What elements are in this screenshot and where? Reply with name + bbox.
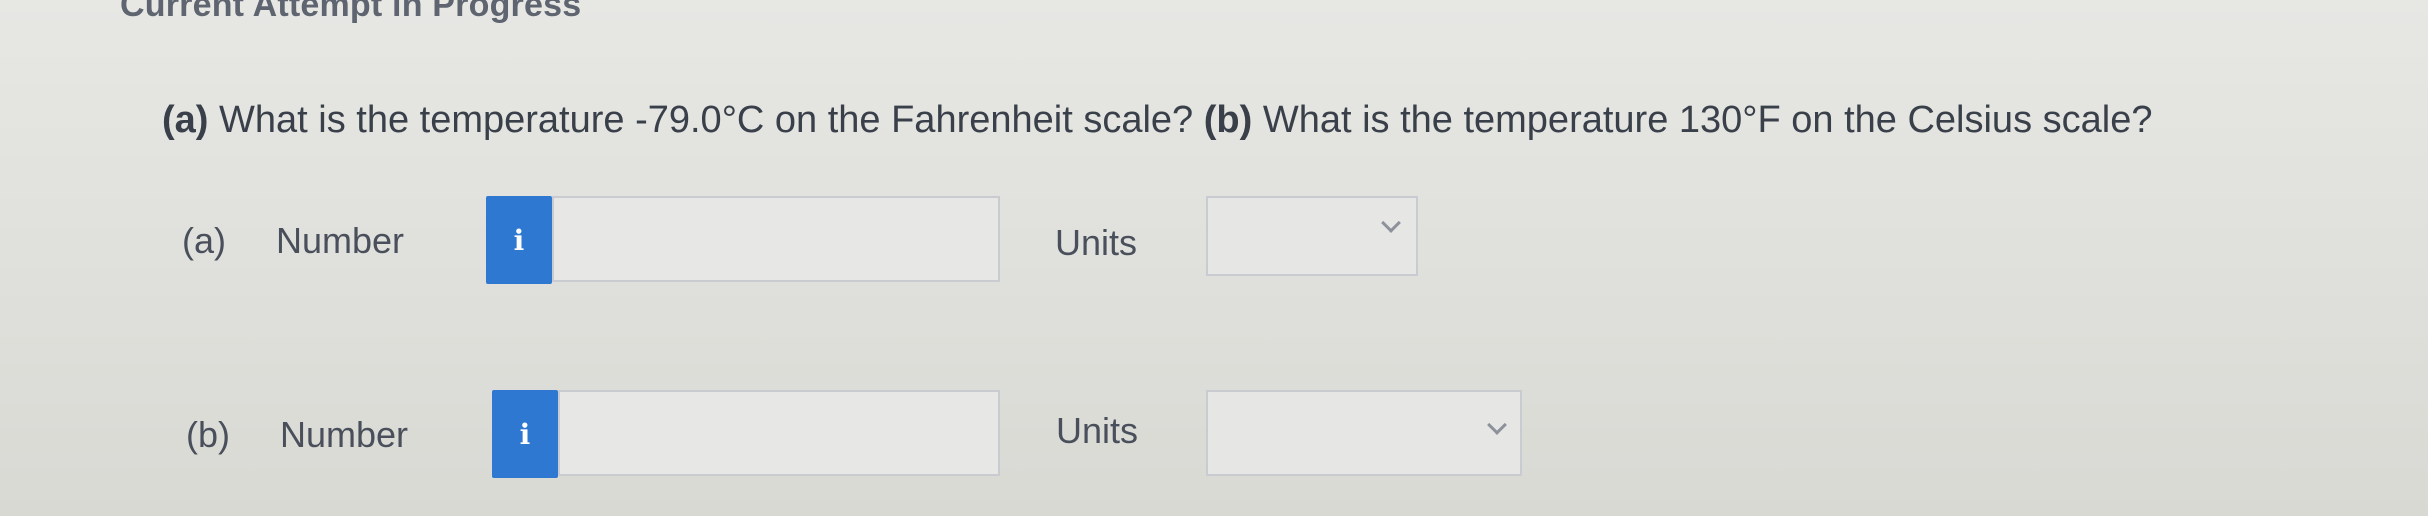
number-input-a[interactable] (552, 196, 1000, 282)
part-b-label: (b) (186, 414, 230, 455)
number-label-a: Number (276, 220, 405, 261)
question-part-a-text: What is the temperature -79.0°C on the F… (208, 99, 1204, 141)
page-header: Current Attempt in Progress (120, 0, 582, 24)
units-label-a: Units (1055, 222, 1138, 263)
number-input-b[interactable] (558, 390, 1000, 476)
question-part-b-marker: (b) (1203, 99, 1253, 141)
answer-row-b: (b) Number i Units (0, 386, 2428, 478)
answer-row-a: (a) Number i Units (0, 196, 2428, 286)
question-part-a-marker: (a) (162, 99, 209, 141)
info-icon[interactable]: i (492, 390, 558, 478)
question-part-b-text: What is the temperature 130°F on the Cel… (1252, 99, 2153, 141)
number-label-b: Number (280, 414, 409, 455)
chevron-down-icon (1381, 213, 1401, 233)
units-label-b: Units (1056, 410, 1139, 451)
part-a-label: (a) (182, 220, 226, 261)
units-select-b[interactable] (1206, 390, 1522, 476)
units-select-a[interactable] (1206, 196, 1418, 276)
info-icon[interactable]: i (486, 196, 552, 284)
problem-page: Current Attempt in Progress (a) What is … (0, 0, 2428, 516)
chevron-down-icon (1487, 415, 1507, 435)
question-text: (a) What is the temperature -79.0°C on t… (162, 96, 2152, 144)
